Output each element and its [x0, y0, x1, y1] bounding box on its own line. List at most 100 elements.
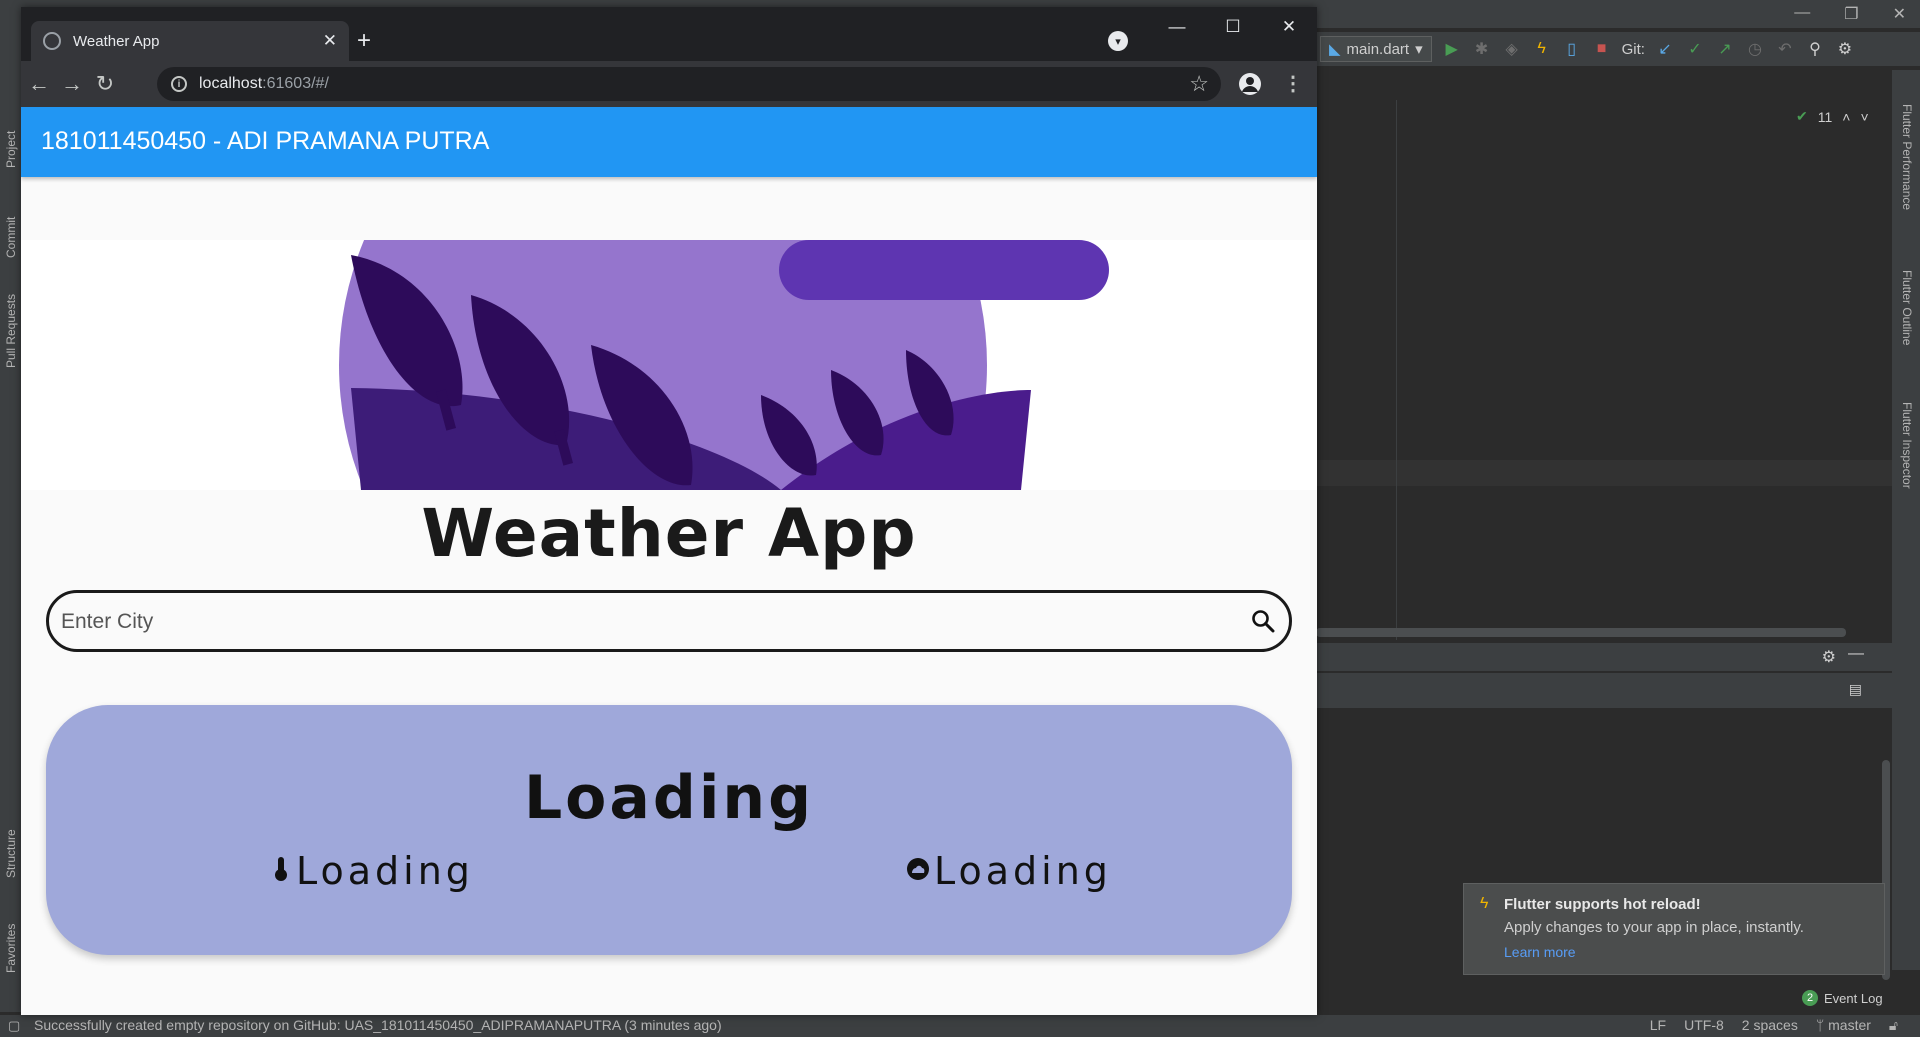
lock-icon[interactable]: 🔓︎ — [1889, 1017, 1898, 1034]
flutter-icon: ◣ — [1329, 41, 1341, 58]
browser-window-controls: — ☐ ✕ — [1149, 7, 1317, 47]
url-host: localhost — [199, 75, 263, 92]
city-search-box — [46, 590, 1292, 652]
stop-icon[interactable]: ■ — [1592, 39, 1612, 59]
event-log-button[interactable]: 2 Event Log — [1802, 990, 1883, 1006]
editor-right-margin — [1396, 100, 1397, 640]
city-search-input[interactable] — [61, 605, 1211, 639]
run-config-select[interactable]: ◣ main.dart ▾ — [1320, 36, 1432, 62]
hot-reload-notification: ϟ Flutter supports hot reload! Apply cha… — [1463, 883, 1885, 975]
new-tab-icon[interactable]: + — [357, 29, 371, 53]
editor-horizontal-scrollbar[interactable] — [1316, 628, 1846, 637]
side-tab-flutter-inspector[interactable]: Flutter Inspector — [1900, 402, 1914, 489]
tab-search-icon[interactable]: ▾ — [1108, 31, 1128, 51]
page-viewport: 181011450450 - ADI PRAMANA PUTRA Weather… — [21, 107, 1317, 1015]
inspection-count: 11 — [1817, 108, 1833, 125]
bookmark-star-icon[interactable]: ☆ — [1189, 71, 1209, 97]
app-bar-title: 181011450450 - ADI PRAMANA PUTRA — [41, 127, 490, 155]
chevron-down-icon: ▾ — [1415, 41, 1423, 58]
side-tab-favorites[interactable]: Favorites — [4, 924, 18, 973]
side-tab-project[interactable]: Project — [4, 131, 18, 168]
settings-icon[interactable]: ⚙ — [1835, 39, 1855, 59]
ide-toolbar: ◣ main.dart ▾ ▶ ✱ ◈ ϟ ▯ ■ Git: ↙ ✓ ↗ ◷ ↶… — [1316, 32, 1920, 66]
side-tab-flutter-performance[interactable]: Flutter Performance — [1900, 104, 1914, 210]
git-rollback-icon[interactable]: ↶ — [1775, 39, 1795, 59]
ide-restore-icon[interactable]: ❐ — [1844, 4, 1858, 24]
info-icon[interactable]: i — [171, 76, 187, 92]
line-separator[interactable]: LF — [1650, 1017, 1666, 1034]
profile-run-icon[interactable]: ◈ — [1502, 39, 1522, 59]
chevron-up-icon[interactable]: ˄ — [1842, 109, 1850, 125]
status-message[interactable]: Successfully created empty repository on… — [34, 1017, 722, 1033]
close-icon[interactable]: ✕ — [1261, 7, 1317, 47]
git-push-icon[interactable]: ↗ — [1715, 39, 1735, 59]
side-tab-structure[interactable]: Structure — [4, 829, 18, 878]
git-update-icon[interactable]: ↙ — [1655, 39, 1675, 59]
ide-statusbar: ▢ Successfully created empty repository … — [0, 1014, 1920, 1037]
reload-icon[interactable]: ↻ — [91, 70, 119, 98]
side-tab-flutter-outline[interactable]: Flutter Outline — [1900, 270, 1914, 345]
ide-window-controls: — ❐ ✕ — [1794, 4, 1906, 24]
profile-icon[interactable] — [1239, 73, 1261, 95]
branch-icon: ᛘ — [1815, 1017, 1829, 1033]
hot-restart-icon[interactable]: ▯ — [1562, 39, 1582, 59]
side-tab-commit[interactable]: Commit — [4, 217, 18, 258]
git-branch-label: master — [1828, 1017, 1871, 1033]
temperature-value: Loading — [296, 849, 474, 893]
code-editor[interactable] — [1316, 70, 1892, 630]
git-commit-icon[interactable]: ✓ — [1685, 39, 1705, 59]
hide-panel-icon[interactable]: — — [1848, 645, 1864, 663]
ide-left-toolbar: Project Commit Pull Requests Structure F… — [0, 28, 22, 1012]
address-bar[interactable]: i localhost:61603/#/ ☆ — [157, 67, 1221, 101]
tab-weather-app[interactable]: Weather App ✕ — [31, 21, 349, 61]
app-title: Weather App — [421, 495, 917, 572]
illustration-cloud — [779, 240, 1109, 300]
debug-icon[interactable]: ✱ — [1472, 39, 1492, 59]
ide-minimize-icon[interactable]: — — [1794, 4, 1810, 24]
lightning-icon: ϟ — [1480, 895, 1489, 912]
ide-right-toolbar: Flutter Performance Flutter Outline Flut… — [1892, 70, 1920, 970]
panel-toggle-icon[interactable]: ▢ — [8, 1018, 20, 1034]
forward-icon[interactable]: → — [58, 70, 86, 98]
file-encoding[interactable]: UTF-8 — [1684, 1017, 1724, 1034]
status-widgets: LF UTF-8 2 spaces ᛘ master 🔓︎ — [1650, 1017, 1898, 1034]
condition-value: Loading — [934, 849, 1112, 893]
learn-more-link[interactable]: Learn more — [1504, 944, 1576, 960]
side-tab-pull-requests[interactable]: Pull Requests — [4, 294, 18, 368]
temperature-row: Loading — [274, 849, 474, 893]
search-everywhere-icon[interactable]: ⚲ — [1805, 39, 1825, 59]
weather-card: Loading Loading Loading — [46, 705, 1292, 955]
run-icon[interactable]: ▶ — [1442, 39, 1462, 59]
run-panel-toolbar: ▤ — [1316, 672, 1892, 708]
tab-title: Weather App — [73, 32, 160, 50]
git-branch[interactable]: ᛘ master — [1816, 1017, 1871, 1034]
search-icon[interactable] — [1249, 607, 1277, 635]
ide-close-icon[interactable]: ✕ — [1893, 4, 1906, 24]
event-log-label: Event Log — [1824, 990, 1883, 1006]
hot-reload-icon[interactable]: ϟ — [1532, 39, 1552, 59]
event-count-badge: 2 — [1802, 990, 1818, 1006]
back-icon[interactable]: ← — [25, 70, 53, 98]
git-label: Git: — [1621, 40, 1645, 58]
cloud-icon — [906, 857, 930, 886]
maximize-icon[interactable]: ☐ — [1205, 7, 1261, 47]
check-icon: ✔ — [1796, 108, 1808, 124]
app-bar: 181011450450 - ADI PRAMANA PUTRA — [21, 107, 1317, 177]
gear-icon[interactable]: ⚙ — [1822, 647, 1836, 667]
notification-title: Flutter supports hot reload! — [1504, 896, 1701, 913]
git-history-icon[interactable]: ◷ — [1745, 39, 1765, 59]
inspection-widget[interactable]: ✔ 11 ˄ ˅ — [1796, 108, 1869, 125]
globe-icon — [43, 32, 61, 50]
editor-current-line — [1316, 460, 1892, 486]
notification-body: Apply changes to your app in place, inst… — [1504, 919, 1804, 936]
menu-icon[interactable]: ⋮ — [1283, 71, 1303, 96]
condition-row: Loading — [906, 849, 1112, 893]
run-config-label: main.dart — [1346, 40, 1410, 58]
minimize-icon[interactable]: — — [1149, 7, 1205, 47]
chevron-down-icon[interactable]: ˅ — [1860, 109, 1868, 125]
browser-toolbar: ← → ↻ i localhost:61603/#/ ☆ ⋮ — [21, 61, 1317, 107]
layout-icon[interactable]: ▤ — [1849, 681, 1862, 698]
close-tab-icon[interactable]: ✕ — [323, 31, 337, 51]
thermometer-icon — [274, 856, 288, 887]
indent-setting[interactable]: 2 spaces — [1742, 1017, 1798, 1034]
